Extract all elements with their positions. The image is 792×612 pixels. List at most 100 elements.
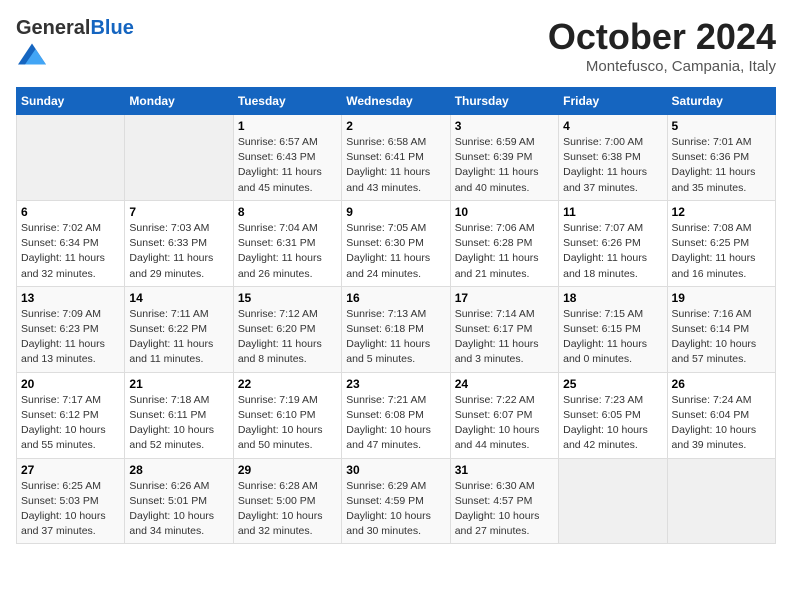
day-number: 1: [238, 119, 337, 133]
calendar-cell: 20 Sunrise: 7:17 AMSunset: 6:12 PMDayligh…: [17, 372, 125, 458]
day-number: 12: [672, 205, 771, 219]
weekday-header: Wednesday: [342, 88, 450, 115]
day-detail: Sunrise: 7:18 AMSunset: 6:11 PMDaylight:…: [129, 393, 228, 454]
calendar-cell: [125, 115, 233, 201]
calendar-cell: 19 Sunrise: 7:16 AMSunset: 6:14 PMDayligh…: [667, 286, 775, 372]
logo-general: General: [16, 17, 90, 39]
weekday-header: Friday: [559, 88, 667, 115]
calendar-cell: 15Sunrise: 7:12 AMSunset: 6:20 PMDayligh…: [233, 286, 341, 372]
day-detail: Sunrise: 7:21 AMSunset: 6:08 PMDaylight:…: [346, 393, 445, 454]
calendar-cell: 9Sunrise: 7:05 AMSunset: 6:30 PMDaylight…: [342, 200, 450, 286]
day-detail: Sunrise: 7:14 AMSunset: 6:17 PMDaylight:…: [455, 307, 554, 368]
day-number: 27: [21, 463, 120, 477]
logo-icon: [18, 40, 46, 68]
day-number: 22: [238, 377, 337, 391]
day-detail: Sunrise: 7:03 AMSunset: 6:33 PMDaylight:…: [129, 221, 228, 282]
day-number: 18: [563, 291, 662, 305]
day-detail: Sunrise: 7:13 AMSunset: 6:18 PMDaylight:…: [346, 307, 445, 368]
calendar-cell: 5Sunrise: 7:01 AMSunset: 6:36 PMDaylight…: [667, 115, 775, 201]
day-number: 30: [346, 463, 445, 477]
weekday-header: Tuesday: [233, 88, 341, 115]
day-detail: Sunrise: 7:12 AMSunset: 6:20 PMDaylight:…: [238, 307, 337, 368]
page-header: GeneralBlue October 2024 Montefusco, Cam…: [16, 16, 776, 75]
calendar-cell: 18 Sunrise: 7:15 AMSunset: 6:15 PMDayligh…: [559, 286, 667, 372]
weekday-header: Saturday: [667, 88, 775, 115]
calendar-cell: 10 Sunrise: 7:06 AMSunset: 6:28 PMDayligh…: [450, 200, 558, 286]
day-detail: Sunrise: 7:15 AMSunset: 6:15 PMDaylight:…: [563, 307, 662, 368]
day-detail: Sunrise: 7:19 AMSunset: 6:10 PMDaylight:…: [238, 393, 337, 454]
calendar-cell: [559, 458, 667, 544]
calendar-cell: 26 Sunrise: 7:24 AMSunset: 6:04 PMDayligh…: [667, 372, 775, 458]
month-title: October 2024: [548, 16, 776, 58]
day-detail: Sunrise: 7:04 AMSunset: 6:31 PMDaylight:…: [238, 221, 337, 282]
day-number: 10: [455, 205, 554, 219]
day-detail: Sunrise: 6:26 AMSunset: 5:01 PMDaylight:…: [129, 479, 228, 540]
day-detail: Sunrise: 7:00 AMSunset: 6:38 PMDaylight:…: [563, 135, 662, 196]
calendar-header-row: SundayMondayTuesdayWednesdayThursdayFrid…: [17, 88, 776, 115]
day-number: 9: [346, 205, 445, 219]
day-detail: Sunrise: 7:02 AMSunset: 6:34 PMDaylight:…: [21, 221, 120, 282]
calendar-cell: 2Sunrise: 6:58 AMSunset: 6:41 PMDaylight…: [342, 115, 450, 201]
day-number: 17: [455, 291, 554, 305]
weekday-header: Thursday: [450, 88, 558, 115]
day-detail: Sunrise: 7:07 AMSunset: 6:26 PMDaylight:…: [563, 221, 662, 282]
calendar-cell: 21 Sunrise: 7:18 AMSunset: 6:11 PMDayligh…: [125, 372, 233, 458]
day-detail: Sunrise: 7:11 AMSunset: 6:22 PMDaylight:…: [129, 307, 228, 368]
calendar-week-row: 27Sunrise: 6:25 AMSunset: 5:03 PMDayligh…: [17, 458, 776, 544]
calendar-cell: 4 Sunrise: 7:00 AMSunset: 6:38 PMDaylight…: [559, 115, 667, 201]
calendar-week-row: 1 Sunrise: 6:57 AMSunset: 6:43 PMDaylight…: [17, 115, 776, 201]
weekday-header: Sunday: [17, 88, 125, 115]
day-detail: Sunrise: 6:57 AMSunset: 6:43 PMDaylight:…: [238, 135, 337, 196]
calendar-cell: 13 Sunrise: 7:09 AMSunset: 6:23 PMDayligh…: [17, 286, 125, 372]
day-number: 26: [672, 377, 771, 391]
day-detail: Sunrise: 6:28 AMSunset: 5:00 PMDaylight:…: [238, 479, 337, 540]
calendar-cell: 14Sunrise: 7:11 AMSunset: 6:22 PMDayligh…: [125, 286, 233, 372]
calendar-cell: [667, 458, 775, 544]
day-number: 13: [21, 291, 120, 305]
day-detail: Sunrise: 6:29 AMSunset: 4:59 PMDaylight:…: [346, 479, 445, 540]
calendar-cell: 25 Sunrise: 7:23 AMSunset: 6:05 PMDayligh…: [559, 372, 667, 458]
day-number: 31: [455, 463, 554, 477]
day-detail: Sunrise: 7:24 AMSunset: 6:04 PMDaylight:…: [672, 393, 771, 454]
logo: GeneralBlue: [16, 16, 134, 73]
calendar-cell: 24 Sunrise: 7:22 AMSunset: 6:07 PMDayligh…: [450, 372, 558, 458]
day-detail: Sunrise: 7:08 AMSunset: 6:25 PMDaylight:…: [672, 221, 771, 282]
day-number: 29: [238, 463, 337, 477]
day-number: 21: [129, 377, 228, 391]
day-number: 7: [129, 205, 228, 219]
calendar-cell: 22 Sunrise: 7:19 AMSunset: 6:10 PMDayligh…: [233, 372, 341, 458]
day-number: 11: [563, 205, 662, 219]
day-number: 4: [563, 119, 662, 133]
day-detail: Sunrise: 6:30 AMSunset: 4:57 PMDaylight:…: [455, 479, 554, 540]
calendar-cell: 31 Sunrise: 6:30 AMSunset: 4:57 PMDayligh…: [450, 458, 558, 544]
day-detail: Sunrise: 6:58 AMSunset: 6:41 PMDaylight:…: [346, 135, 445, 196]
day-number: 24: [455, 377, 554, 391]
day-number: 16: [346, 291, 445, 305]
calendar-cell: 3Sunrise: 6:59 AMSunset: 6:39 PMDaylight…: [450, 115, 558, 201]
calendar-cell: 8 Sunrise: 7:04 AMSunset: 6:31 PMDaylight…: [233, 200, 341, 286]
calendar-week-row: 20 Sunrise: 7:17 AMSunset: 6:12 PMDayligh…: [17, 372, 776, 458]
calendar-cell: 23 Sunrise: 7:21 AMSunset: 6:08 PMDayligh…: [342, 372, 450, 458]
day-number: 5: [672, 119, 771, 133]
calendar-cell: 12 Sunrise: 7:08 AMSunset: 6:25 PMDayligh…: [667, 200, 775, 286]
day-detail: Sunrise: 7:22 AMSunset: 6:07 PMDaylight:…: [455, 393, 554, 454]
day-number: 3: [455, 119, 554, 133]
day-number: 20: [21, 377, 120, 391]
day-number: 23: [346, 377, 445, 391]
day-detail: Sunrise: 7:23 AMSunset: 6:05 PMDaylight:…: [563, 393, 662, 454]
day-detail: Sunrise: 7:06 AMSunset: 6:28 PMDaylight:…: [455, 221, 554, 282]
day-number: 19: [672, 291, 771, 305]
title-block: October 2024 Montefusco, Campania, Italy: [548, 16, 776, 75]
logo-blue: Blue: [90, 17, 133, 39]
calendar-cell: 17 Sunrise: 7:14 AMSunset: 6:17 PMDayligh…: [450, 286, 558, 372]
calendar-cell: 30 Sunrise: 6:29 AMSunset: 4:59 PMDayligh…: [342, 458, 450, 544]
day-detail: Sunrise: 7:16 AMSunset: 6:14 PMDaylight:…: [672, 307, 771, 368]
day-number: 8: [238, 205, 337, 219]
day-detail: Sunrise: 7:17 AMSunset: 6:12 PMDaylight:…: [21, 393, 120, 454]
calendar-cell: 16 Sunrise: 7:13 AMSunset: 6:18 PMDayligh…: [342, 286, 450, 372]
calendar-week-row: 13 Sunrise: 7:09 AMSunset: 6:23 PMDayligh…: [17, 286, 776, 372]
day-number: 25: [563, 377, 662, 391]
day-detail: Sunrise: 7:09 AMSunset: 6:23 PMDaylight:…: [21, 307, 120, 368]
weekday-header: Monday: [125, 88, 233, 115]
calendar-cell: 6Sunrise: 7:02 AMSunset: 6:34 PMDaylight…: [17, 200, 125, 286]
